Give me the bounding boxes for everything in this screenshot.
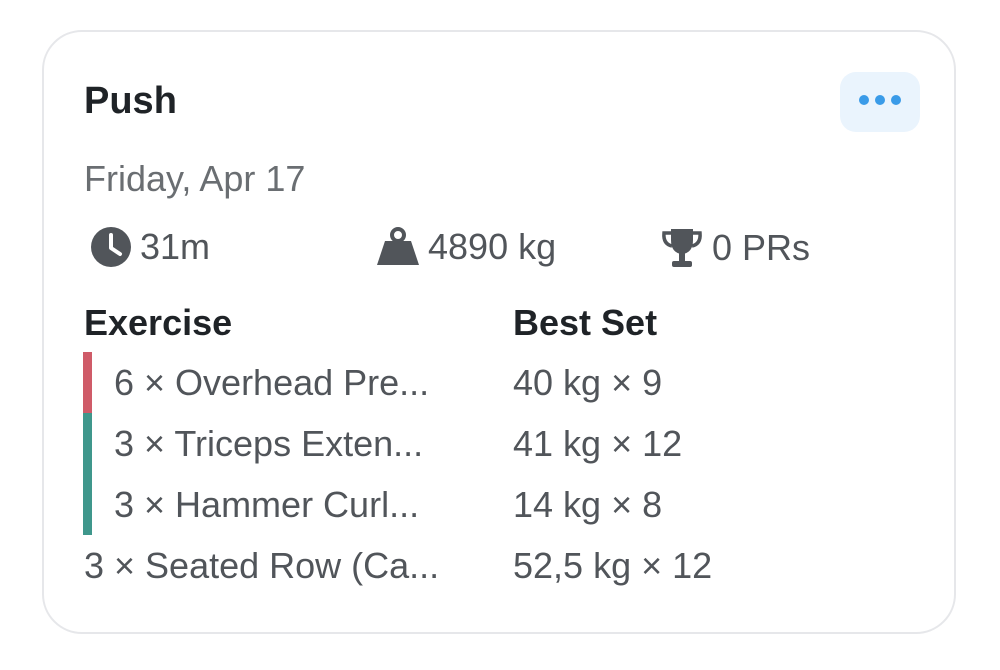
ellipsis-icon <box>858 93 902 111</box>
prs-stat: 0 PRs <box>660 226 810 270</box>
clock-icon <box>90 226 132 268</box>
volume-stat: 4890 kg <box>376 226 556 268</box>
best-set-value: 52,5 kg × 12 <box>513 545 713 586</box>
workout-card[interactable]: Push Friday, Apr 17 31m 4890 kg 0 PRs Ex… <box>42 30 956 634</box>
exercise-name: 6 × Overhead Pre... <box>114 362 430 403</box>
superset-indicator <box>83 352 92 413</box>
best-set-value: 41 kg × 12 <box>513 423 683 464</box>
superset-indicator <box>83 413 92 474</box>
exercise-column-header: Exercise <box>84 302 233 343</box>
exercise-name: 3 × Seated Row (Ca... <box>84 545 440 586</box>
exercise-row[interactable]: 3 × Seated Row (Ca... 52,5 kg × 12 <box>44 535 958 595</box>
duration-value: 31m <box>140 226 211 267</box>
exercise-row[interactable]: 3 × Triceps Exten... 41 kg × 12 <box>44 413 958 474</box>
exercise-row[interactable]: 3 × Hammer Curl... 14 kg × 8 <box>44 474 958 535</box>
more-options-button[interactable] <box>840 72 920 132</box>
exercise-name: 3 × Hammer Curl... <box>114 484 420 525</box>
best-set-value: 40 kg × 9 <box>513 362 663 403</box>
workout-date: Friday, Apr 17 <box>84 158 306 199</box>
superset-indicator <box>83 474 92 535</box>
best-set-column-header: Best Set <box>513 302 658 343</box>
best-set-value: 14 kg × 8 <box>513 484 663 525</box>
prs-value: 0 PRs <box>712 227 811 268</box>
duration-stat: 31m <box>90 226 210 268</box>
trophy-icon <box>660 226 704 270</box>
volume-value: 4890 kg <box>428 226 557 267</box>
workout-title: Push <box>84 80 177 122</box>
weight-icon <box>376 227 420 267</box>
exercise-row[interactable]: 6 × Overhead Pre... 40 kg × 9 <box>44 352 958 413</box>
exercise-name: 3 × Triceps Exten... <box>114 423 424 464</box>
